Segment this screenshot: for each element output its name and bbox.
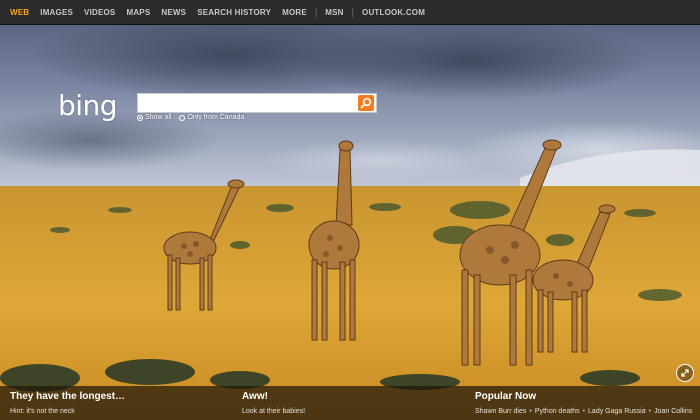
search-box <box>137 93 377 113</box>
search-icon <box>360 97 372 109</box>
expand-button[interactable] <box>676 364 694 382</box>
popular-separator: • <box>648 408 652 415</box>
popular-now: Popular Now Shawn Burr dies • Python dea… <box>475 391 697 415</box>
info-aww-sub: Look at their babies! <box>242 408 306 415</box>
radio-show-all-label[interactable]: Show all <box>145 114 171 121</box>
nav-news[interactable]: NEWS <box>161 8 186 17</box>
nav-web[interactable]: WEB <box>10 8 29 17</box>
popular-item[interactable]: Python deaths <box>535 408 580 415</box>
search-button[interactable] <box>358 95 374 111</box>
nav-images[interactable]: IMAGES <box>40 8 73 17</box>
popular-item[interactable]: Shawn Burr dies <box>475 408 526 415</box>
search-input[interactable] <box>138 94 366 112</box>
top-nav-bar: WEB IMAGES VIDEOS MAPS NEWS SEARCH HISTO… <box>0 0 700 25</box>
radio-only-canada[interactable] <box>179 114 186 121</box>
popular-now-title: Popular Now <box>475 391 537 402</box>
nav-msn[interactable]: MSN <box>325 8 343 17</box>
popular-separator: • <box>582 408 586 415</box>
bing-logo[interactable]: bing <box>58 89 118 122</box>
info-aww-title[interactable]: Aww! <box>242 391 305 402</box>
info-longest-hint: Hint: it's not the neck <box>10 408 75 415</box>
nav-divider: | <box>314 7 318 17</box>
info-longest[interactable]: They have the longest… Hint: it's not th… <box>10 391 125 415</box>
background-photo-giraffes <box>0 0 700 420</box>
info-longest-title[interactable]: They have the longest… <box>10 391 125 402</box>
radio-show-all[interactable] <box>137 114 143 121</box>
expand-icon <box>681 369 689 377</box>
popular-separator: • <box>529 408 532 415</box>
info-aww[interactable]: Aww! Look at their babies! <box>242 391 305 415</box>
popular-item[interactable]: Joan Collins <box>654 408 692 415</box>
nav-search-history[interactable]: SEARCH HISTORY <box>197 8 271 17</box>
nav-divider: | <box>351 7 355 17</box>
nav-outlook[interactable]: OUTLOOK.COM <box>362 8 425 17</box>
radio-only-canada-label[interactable]: Only from Canada <box>187 114 244 121</box>
nav-videos[interactable]: VIDEOS <box>84 8 115 17</box>
nav-maps[interactable]: MAPS <box>126 8 150 17</box>
popular-now-list: Shawn Burr dies • Python deaths • Lady G… <box>475 408 697 415</box>
search-scope: Show all Only from Canada <box>137 114 252 121</box>
hotspot-info-bar: They have the longest… Hint: it's not th… <box>0 386 700 420</box>
nav-more[interactable]: MORE <box>282 8 307 17</box>
popular-item[interactable]: Lady Gaga Russia <box>588 408 646 415</box>
